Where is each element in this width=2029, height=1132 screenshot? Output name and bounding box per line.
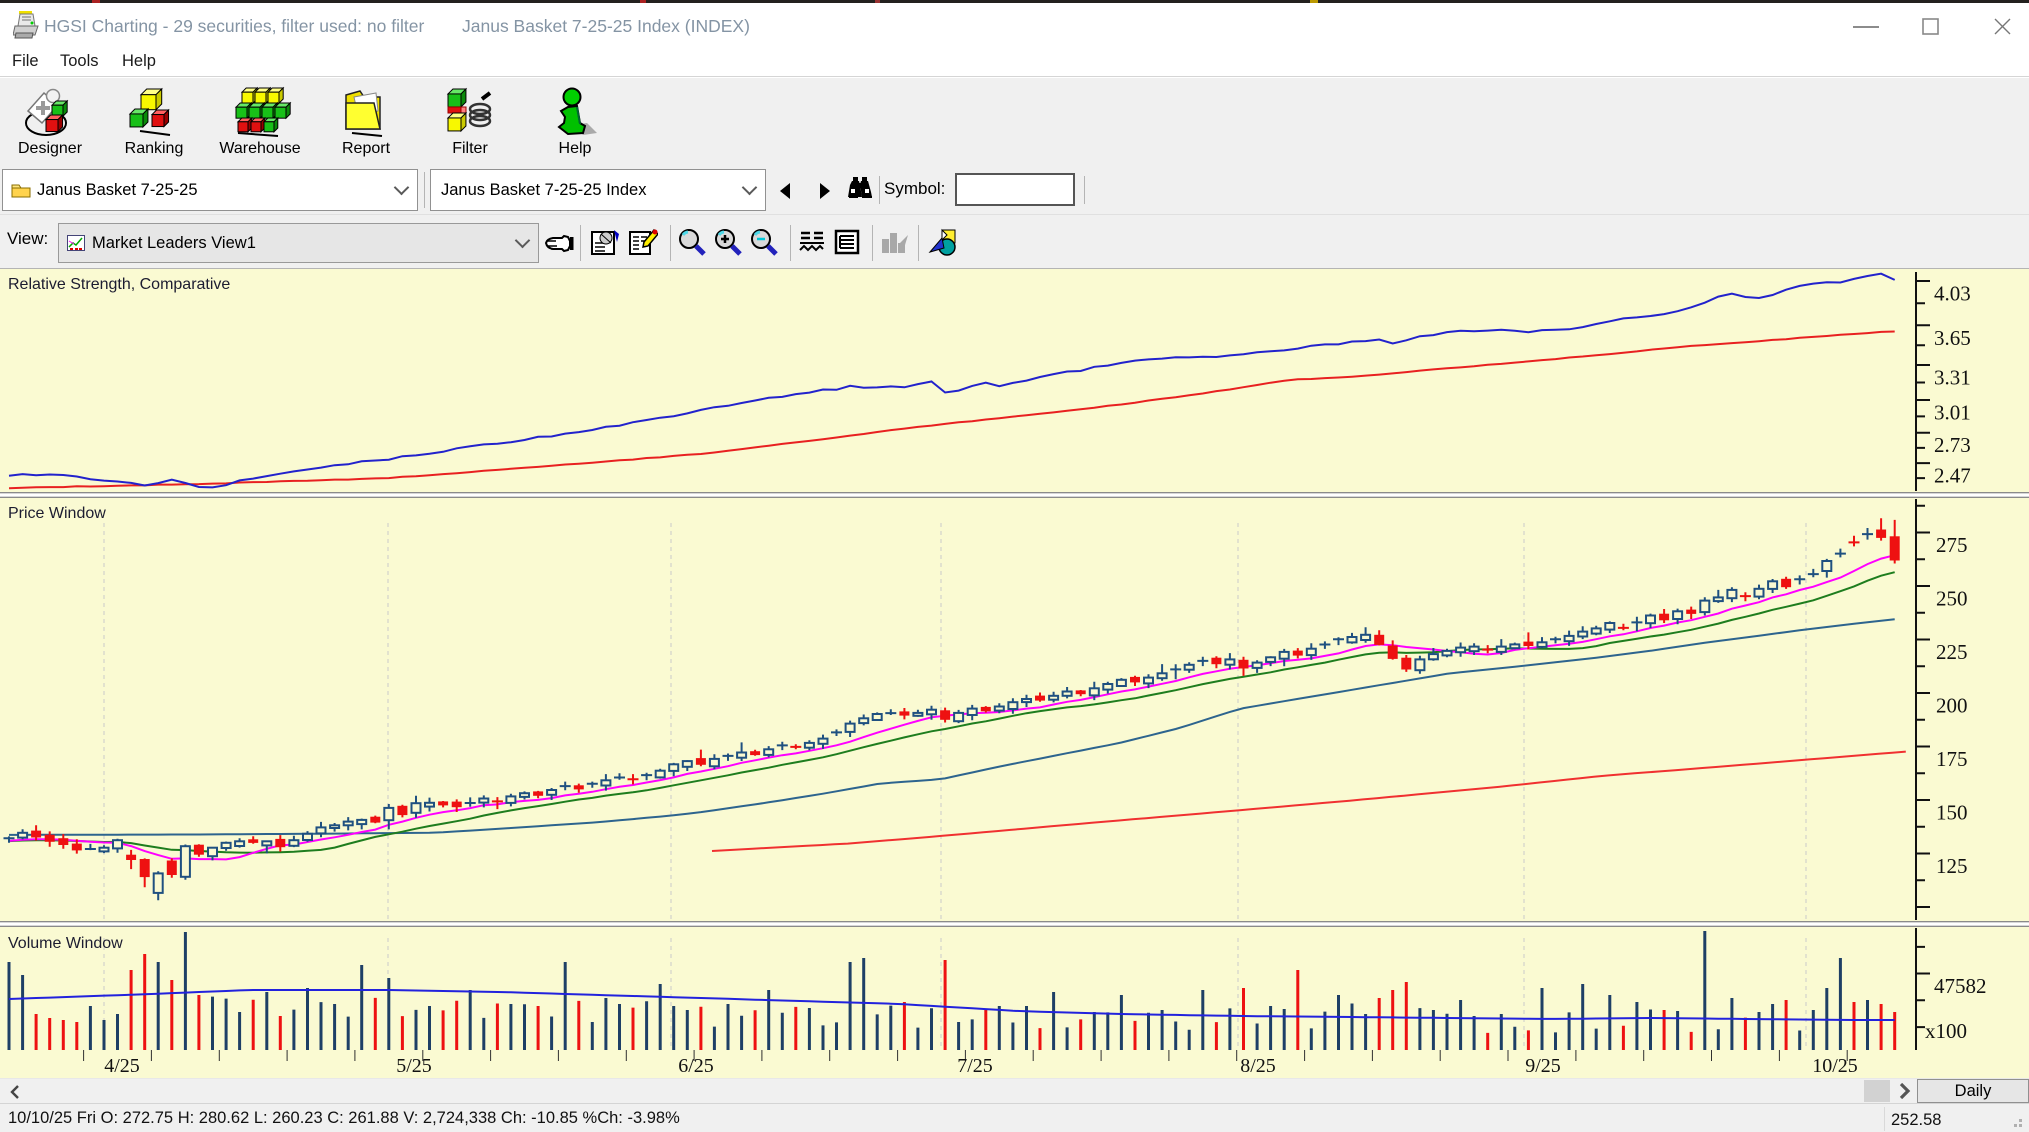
svg-text:4/25: 4/25 — [104, 1055, 140, 1077]
svg-text:47582: 47582 — [1934, 974, 1987, 998]
svg-text:275: 275 — [1936, 533, 1968, 557]
svg-text:10/25: 10/25 — [1812, 1055, 1858, 1077]
svg-text:2.73: 2.73 — [1934, 433, 1971, 457]
svg-text:200: 200 — [1936, 694, 1968, 718]
svg-text:5/25: 5/25 — [396, 1055, 432, 1077]
svg-text:125: 125 — [1936, 854, 1968, 878]
svg-text:175: 175 — [1936, 747, 1968, 771]
svg-text:6/25: 6/25 — [678, 1055, 714, 1077]
svg-text:7/25: 7/25 — [957, 1055, 993, 1077]
svg-text:Relative Strength, Comparative: Relative Strength, Comparative — [8, 276, 230, 293]
svg-text:Volume Window: Volume Window — [8, 935, 123, 952]
svg-text:8/25: 8/25 — [1240, 1055, 1276, 1077]
svg-text:9/25: 9/25 — [1525, 1055, 1561, 1077]
svg-text:3.65: 3.65 — [1934, 326, 1971, 350]
svg-text:Price Window: Price Window — [8, 505, 106, 522]
svg-text:x100: x100 — [1925, 1019, 1967, 1043]
svg-text:2.47: 2.47 — [1934, 464, 1971, 488]
svg-text:3.01: 3.01 — [1934, 401, 1971, 425]
svg-text:225: 225 — [1936, 640, 1968, 664]
svg-text:250: 250 — [1936, 587, 1968, 611]
svg-text:4.03: 4.03 — [1934, 282, 1971, 306]
svg-text:150: 150 — [1936, 801, 1968, 825]
svg-text:3.31: 3.31 — [1934, 366, 1971, 390]
